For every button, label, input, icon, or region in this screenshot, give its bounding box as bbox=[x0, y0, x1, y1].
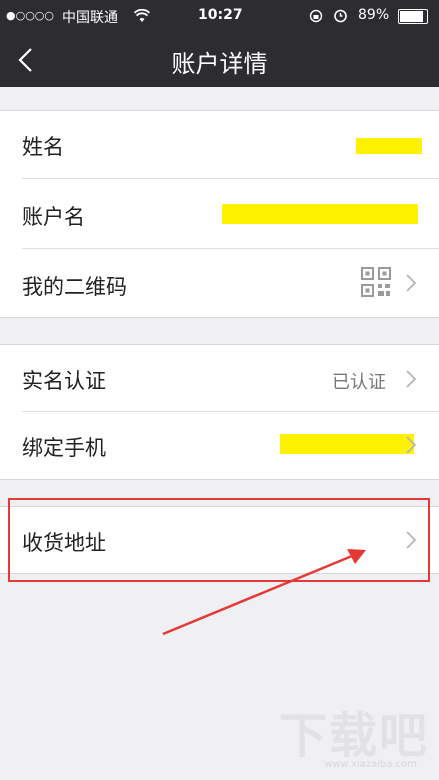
watermark-url: www.xiazaiba.com bbox=[324, 759, 417, 770]
annotation-arrow bbox=[162, 549, 366, 636]
watermark-logo: 下载吧 bbox=[278, 708, 429, 764]
